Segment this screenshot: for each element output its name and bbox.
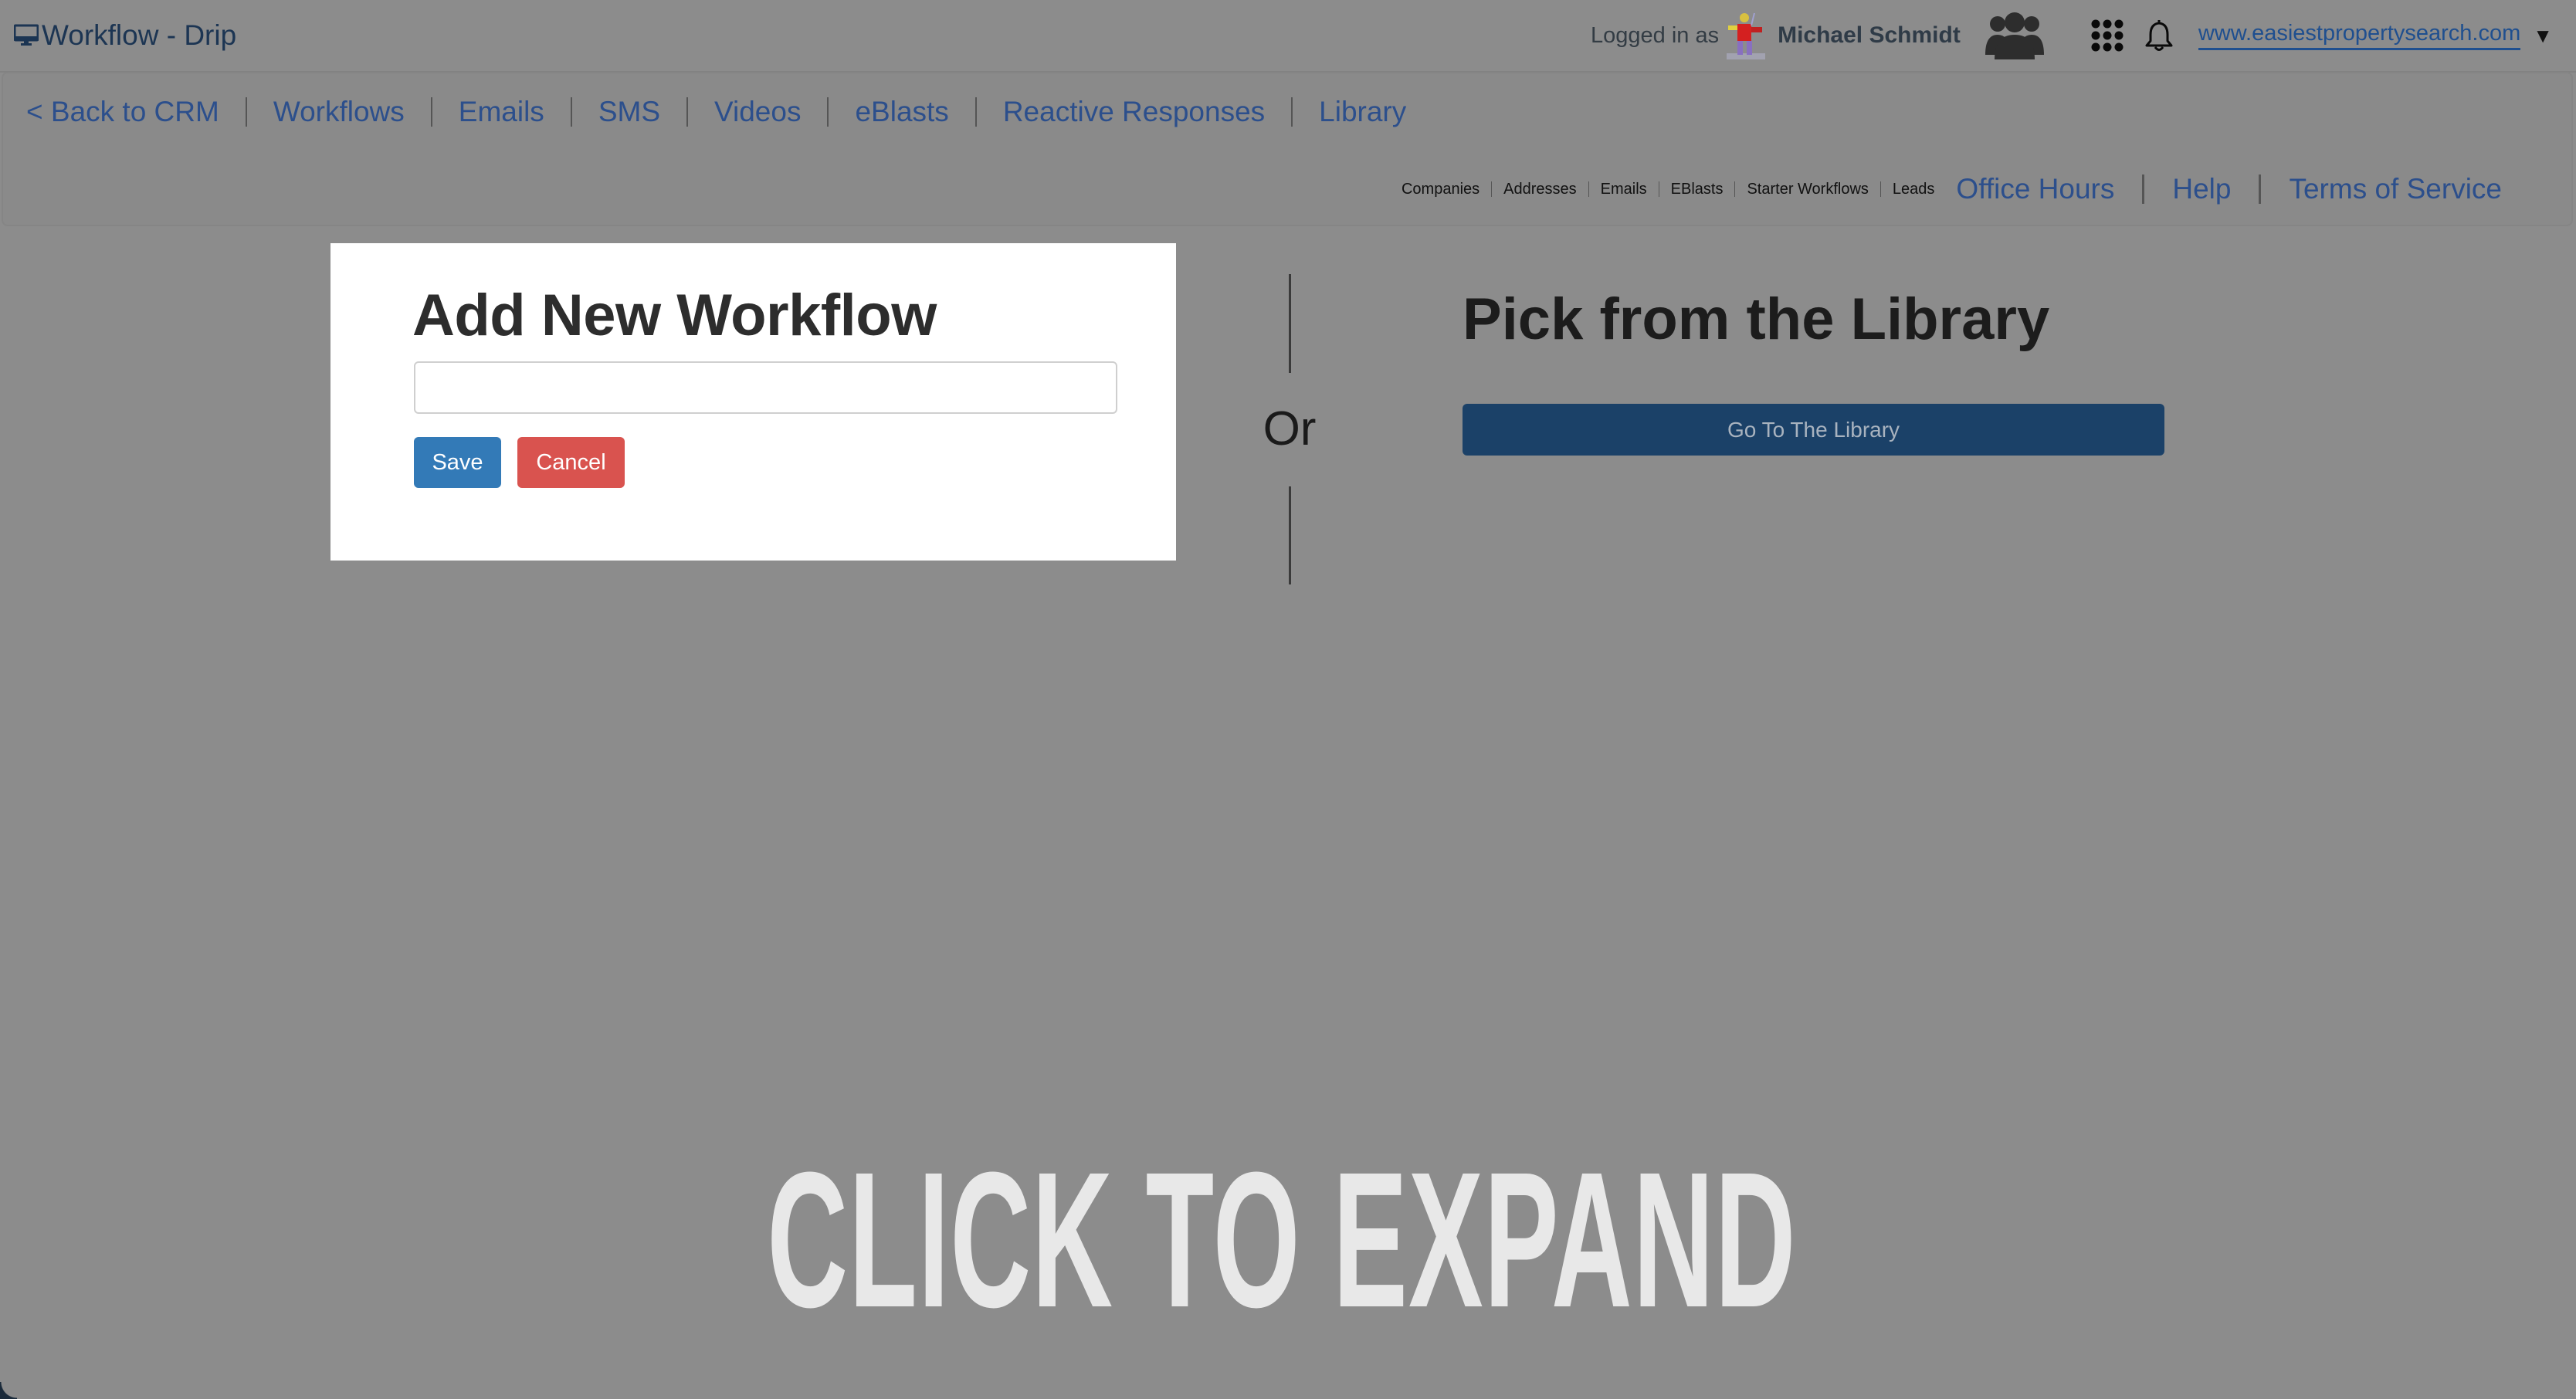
nav-separator xyxy=(974,97,977,127)
site-selector-link[interactable]: www.easiestpropertysearch.com xyxy=(2198,21,2521,50)
nav-separator xyxy=(245,97,247,127)
or-label: Or xyxy=(1263,402,1317,456)
divider-line-top xyxy=(1289,274,1291,373)
bell-icon[interactable] xyxy=(2144,18,2174,53)
nav-back-to-crm[interactable]: < Back to CRM xyxy=(26,96,219,128)
subnav-terms-of-service[interactable]: Terms of Service xyxy=(2289,173,2502,205)
nav-sms[interactable]: SMS xyxy=(598,96,660,128)
logged-in-label: Logged in as xyxy=(1591,22,1720,48)
subnav-separator xyxy=(1879,181,1881,197)
nav-eblasts[interactable]: eBlasts xyxy=(855,96,948,128)
subnav-starter-workflows[interactable]: Starter Workflows xyxy=(1747,181,1868,198)
subnav-separator xyxy=(1734,181,1736,197)
apps-grid-icon[interactable] xyxy=(2090,19,2124,53)
top-header: Workflow - Drip Logged in as Michael Sch… xyxy=(0,0,2576,73)
subnav-addresses[interactable]: Addresses xyxy=(1503,181,1577,198)
go-to-library-button[interactable]: Go To The Library xyxy=(1463,404,2164,456)
subnav-separator xyxy=(2142,174,2145,204)
app-title: Workflow - Drip xyxy=(14,17,236,54)
nav-separator xyxy=(570,97,572,127)
nav-reactive-responses[interactable]: Reactive Responses xyxy=(1003,96,1265,128)
subnav-emails[interactable]: Emails xyxy=(1601,181,1647,198)
nav-separator xyxy=(1291,97,1293,127)
nav-workflows[interactable]: Workflows xyxy=(273,96,405,128)
nav-videos[interactable]: Videos xyxy=(714,96,801,128)
subnav-companies[interactable]: Companies xyxy=(1402,181,1480,198)
save-button[interactable]: Save xyxy=(414,437,501,488)
user-name[interactable]: Michael Schmidt xyxy=(1778,22,1961,49)
subnav-separator xyxy=(2259,174,2262,204)
nav-emails[interactable]: Emails xyxy=(459,96,544,128)
monitor-icon xyxy=(14,24,39,46)
subnav-help[interactable]: Help xyxy=(2172,173,2231,205)
subnav-separator xyxy=(1491,181,1493,197)
add-workflow-title: Add New Workflow xyxy=(412,283,937,348)
chevron-down-icon[interactable]: ▼ xyxy=(2533,24,2553,48)
add-workflow-card: Add New Workflow Save Cancel xyxy=(330,243,1176,561)
click-to-expand-overlay[interactable]: CLICK TO EXPAND xyxy=(767,1132,1795,1347)
avatar[interactable] xyxy=(1724,10,1768,61)
nav-separator xyxy=(430,97,432,127)
user-area: Logged in as Michael Schmidt www.easiest… xyxy=(1591,0,2576,71)
window-corner xyxy=(0,1382,17,1399)
divider-line-bottom xyxy=(1289,486,1291,584)
workflow-name-input[interactable] xyxy=(414,361,1117,414)
subnav-office-hours[interactable]: Office Hours xyxy=(1956,173,2114,205)
nav-separator xyxy=(686,97,688,127)
group-icon[interactable] xyxy=(1982,12,2047,59)
subnav-eblasts[interactable]: EBlasts xyxy=(1671,181,1724,198)
nav-separator xyxy=(827,97,829,127)
cancel-button[interactable]: Cancel xyxy=(517,437,625,488)
app-title-text: Workflow - Drip xyxy=(42,19,237,51)
nav-panel: < Back to CRM Workflows Emails SMS Video… xyxy=(2,72,2573,226)
library-title: Pick from the Library xyxy=(1463,286,2050,352)
secondary-nav: Companies Addresses Emails EBlasts Start… xyxy=(1402,166,2564,212)
main-nav: < Back to CRM Workflows Emails SMS Video… xyxy=(26,92,1406,132)
subnav-leads[interactable]: Leads xyxy=(1893,181,1935,198)
subnav-separator xyxy=(1588,181,1589,197)
nav-library[interactable]: Library xyxy=(1319,96,1406,128)
